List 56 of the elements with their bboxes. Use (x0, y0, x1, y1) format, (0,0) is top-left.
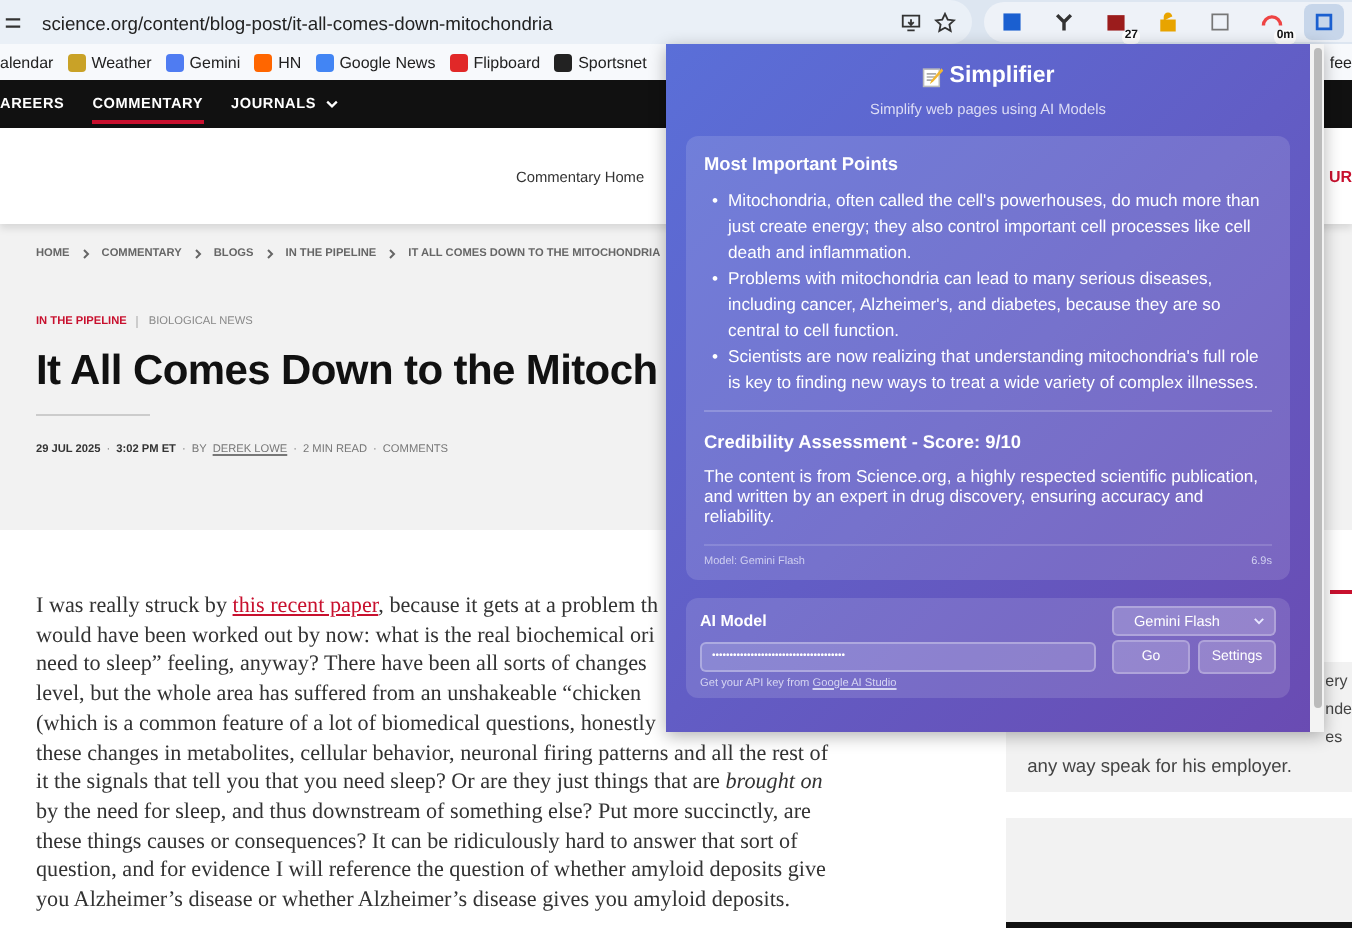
bookmark-icon (67, 53, 86, 71)
extension-button[interactable] (1304, 4, 1344, 40)
model-label: AI Model (700, 611, 769, 630)
bullet: • (712, 188, 719, 214)
url-text: science.org/content/blog-post/it-all-comes-down-mitochondria (42, 11, 555, 33)
square-icon (1312, 10, 1336, 34)
install-icon[interactable] (900, 11, 922, 33)
section-heading: Most Important Points (704, 154, 900, 174)
summary-point: Scientists are now realizing that understanding mitochondria's full role is key to finding new ways to treat a wide variety of complex illnesses. (728, 344, 1261, 396)
bookmark-icon (254, 53, 273, 71)
bookmark[interactable]: Google News (315, 53, 436, 71)
bookmark-icon (315, 53, 334, 71)
bookmark[interactable]: alendar (0, 53, 54, 71)
chevron-right-icon (79, 248, 92, 260)
bullet: • (712, 344, 719, 370)
bookmark-icon (554, 53, 573, 71)
article-text-line: level, but the whole area has suffered from an unshakeable “chicken (36, 680, 642, 710)
star-icon[interactable] (934, 11, 956, 33)
section-heading: Credibility Assessment - Score: 9/10 (704, 432, 1023, 452)
bookmark[interactable]: Gemini (165, 53, 241, 71)
article-text-line: would have been worked out by now: what is the real biochemical ori (36, 621, 655, 651)
address-bar[interactable]: science.org/content/blog-post/it-all-comes-down-mitochondria (0, 0, 972, 44)
bookmark[interactable]: Weather (67, 53, 152, 71)
square-icon (1208, 10, 1232, 34)
memo-icon (921, 65, 944, 87)
credibility-text: The content is from Science.org, a highly respected scientific publication, and written by an expert in drug discovery, ensuring accuracy and reliability. (704, 466, 1261, 528)
summary-point: Problems with mitochondria can lead to many serious diseases, including cancer, Alzheimer's, and diabetes, because they are so central to cell function. (728, 266, 1223, 344)
bookmark[interactable]: HN (254, 53, 302, 71)
calendar-icon (1104, 10, 1128, 34)
note-text: nde (1325, 698, 1352, 722)
note-text: es (1325, 726, 1345, 750)
lock-icon (1156, 10, 1180, 34)
nav-text: UR (1328, 167, 1352, 185)
bookmark[interactable]: fee (1329, 53, 1352, 71)
chevron-right-icon (263, 248, 276, 260)
bookmark[interactable]: Flipboard (449, 53, 541, 71)
paper-link[interactable]: this recent paper (232, 594, 379, 618)
article-text-line: I was really struck by this recent paper, because it gets at a problem th (36, 592, 659, 622)
summary-point: Mitochondria, often called the cell's powerhouses, do much more than just create energy; they also control important cell processes like cell death and inflammation. (728, 188, 1262, 266)
chevron-down-icon (1252, 613, 1266, 628)
note-text: any way speak for his employer. (1027, 754, 1294, 780)
article-title: It All Comes Down to the Mitoch (36, 348, 658, 396)
square-icon (1000, 10, 1024, 34)
article-paragraph: these changes in metabolites, cellular behavior, neuronal firing patterns and all the rest of it the signals that tell you that you need sleep? Or are they just things that are brought on by the need for sleep, and thus downstream of something else? Put more succinctly, are these things causes or consequences? It can be ridiculously hard to answer that sort of question, and for evidence I will reference the question of whether amyloid deposits give you Alzheimer’s disease or whether Alzheimer’s disease gives you amyloid deposits. (36, 739, 829, 916)
article-text-line: (which is a common feature of a lot of biomedical questions, honestly (36, 709, 656, 740)
chevron-right-icon (386, 248, 399, 260)
chevron-right-icon (191, 248, 204, 260)
tune-icon[interactable] (4, 13, 22, 31)
article-text-line: need to sleep” feeling, anyway? There have been all sorts of changes (36, 650, 647, 681)
bookmark[interactable]: Sportsnet (554, 53, 647, 71)
scrollbar[interactable] (1310, 44, 1324, 732)
bookmark-icon (449, 53, 468, 71)
bookmark-icon (165, 53, 184, 71)
note-text: ery (1325, 670, 1350, 694)
popup-title: Simplifier (686, 64, 1290, 88)
bullet: • (712, 266, 719, 292)
